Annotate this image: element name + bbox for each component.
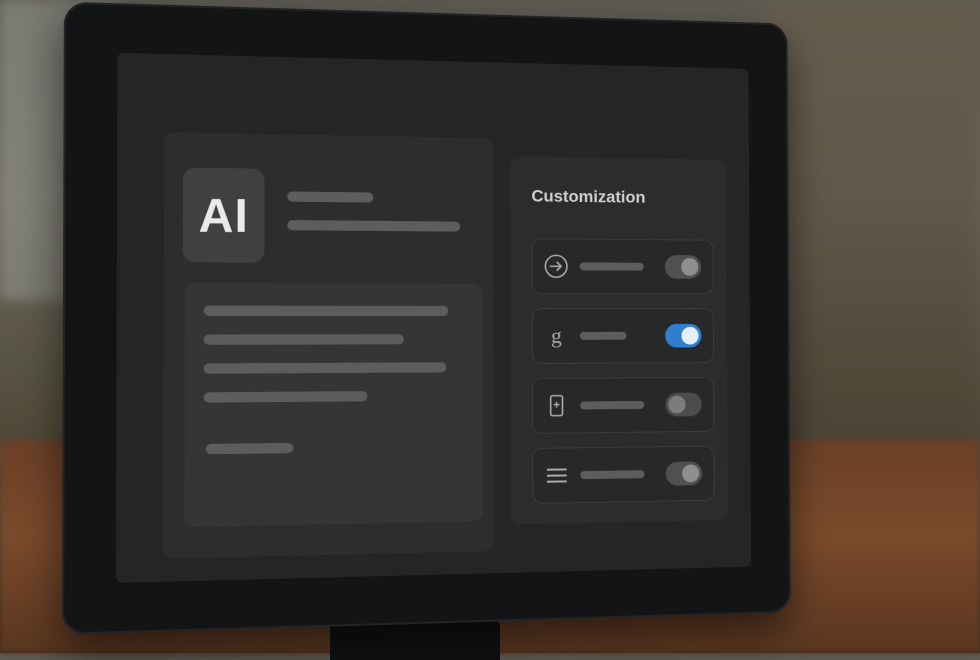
toggle-switch[interactable] [664,255,702,279]
setting-row-3[interactable] [531,376,715,434]
background-wall [760,0,980,450]
toggle-switch[interactable] [665,323,702,348]
toggle-switch[interactable] [665,392,702,417]
svg-text:g: g [551,323,562,348]
ai-logo-tile: AI [182,167,265,263]
mobile-device-icon [543,392,571,420]
screen: AI Customization g [116,52,752,583]
text-line [203,334,404,345]
arrow-right-circle-icon [542,252,570,280]
text-line [203,391,368,403]
monitor-stand [330,620,500,660]
setting-label-placeholder [579,262,644,271]
setting-row-2[interactable]: g [531,308,714,364]
toggle-knob [681,326,699,345]
toggle-knob [681,258,699,276]
toggle-knob [668,395,686,414]
google-g-icon: g [543,322,571,350]
setting-label-placeholder [579,331,627,340]
subtitle-placeholder [287,219,461,232]
menu-lines-icon [543,461,571,489]
panel-title: Customization [531,186,646,207]
toggle-knob [682,464,700,483]
toggle-switch[interactable] [665,461,703,486]
setting-label-placeholder [580,470,645,480]
setting-row-1[interactable] [531,238,714,295]
text-line [205,442,294,455]
customization-panel: Customization g [509,156,729,525]
monitor-bezel: AI Customization g [61,1,791,635]
title-placeholder [287,191,374,203]
assistant-panel: AI [163,132,495,559]
text-line [203,305,449,316]
setting-row-4[interactable] [532,445,715,505]
content-card [184,282,483,528]
setting-label-placeholder [580,400,645,410]
text-line [203,362,447,374]
